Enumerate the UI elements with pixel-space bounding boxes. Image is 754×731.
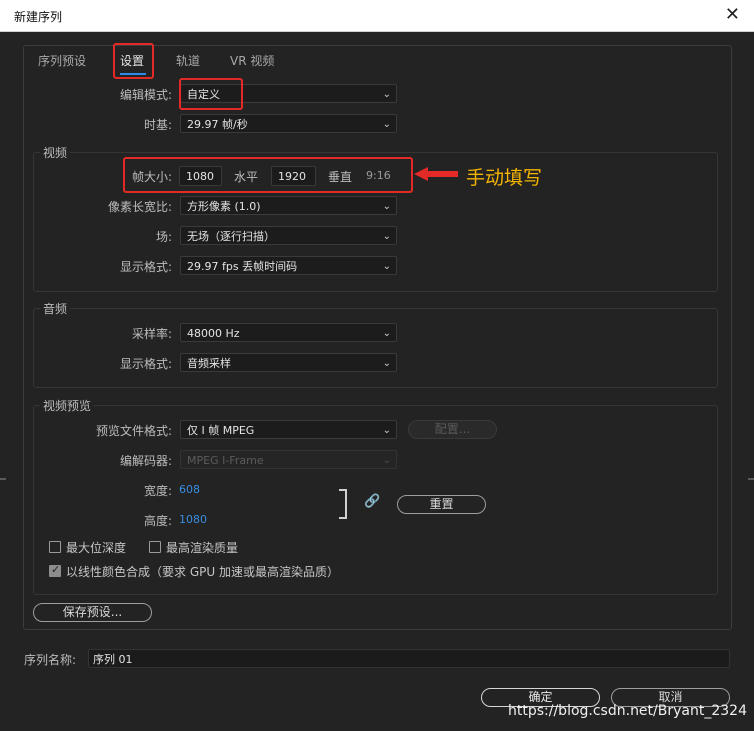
video-preview-group-title: 视频预览 xyxy=(40,397,95,414)
sequence-name-input[interactable]: 序列 01 xyxy=(88,649,730,668)
video-display-format-label: 显示格式: xyxy=(119,260,172,274)
tab-vr-video[interactable]: VR 视频 xyxy=(230,52,274,69)
fields-select[interactable]: 无场（逐行扫描） ⌄ xyxy=(180,226,397,245)
pixel-aspect-select[interactable]: 方形像素 (1.0) ⌄ xyxy=(180,196,397,215)
reset-button[interactable]: 重置 xyxy=(397,495,486,514)
video-display-format-value: 29.97 fps 丢帧时间码 xyxy=(187,260,298,273)
codec-label: 编解码器: xyxy=(119,454,172,468)
annotation-text: 手动填写 xyxy=(466,167,543,189)
sample-rate-select[interactable]: 48000 Hz ⌄ xyxy=(180,323,397,342)
chevron-down-icon: ⌄ xyxy=(382,201,391,212)
watermark-text: https://blog.csdn.net/Bryant_2324 xyxy=(508,703,747,719)
annotation-arrow-icon xyxy=(414,167,458,181)
codec-select[interactable]: MPEG I-Frame ⌄ xyxy=(180,450,397,469)
chevron-down-icon: ⌄ xyxy=(382,231,391,242)
window-title: 新建序列 xyxy=(14,10,63,24)
right-edge-mark xyxy=(748,478,754,480)
sample-rate-label: 采样率: xyxy=(131,327,172,341)
timebase-value: 29.97 帧/秒 xyxy=(187,118,248,131)
video-group-title: 视频 xyxy=(40,144,71,161)
video-display-format-select[interactable]: 29.97 fps 丢帧时间码 ⌄ xyxy=(180,256,397,275)
pixel-aspect-value: 方形像素 (1.0) xyxy=(187,200,261,213)
left-edge-mark xyxy=(0,478,6,480)
max-bit-depth-label: 最大位深度 xyxy=(66,541,127,555)
sample-rate-value: 48000 Hz xyxy=(187,327,240,340)
linear-color-label: 以线性颜色合成（要求 GPU 加速或最高渲染品质） xyxy=(66,565,339,579)
link-bracket xyxy=(339,489,347,519)
fields-value: 无场（逐行扫描） xyxy=(187,230,275,243)
chevron-down-icon: ⌄ xyxy=(382,328,391,339)
link-chain-icon[interactable]: 🔗 xyxy=(364,494,380,509)
preview-width-value[interactable]: 608 xyxy=(179,483,200,496)
max-render-quality-checkbox[interactable] xyxy=(149,541,161,553)
linear-color-checkbox[interactable] xyxy=(49,563,61,577)
timebase-select[interactable]: 29.97 帧/秒 ⌄ xyxy=(180,114,397,133)
tab-tracks[interactable]: 轨道 xyxy=(176,52,200,69)
title-bar: 新建序列 ✕ xyxy=(0,0,754,32)
preview-height-value[interactable]: 1080 xyxy=(179,513,207,526)
max-bit-depth-checkbox[interactable] xyxy=(49,541,61,553)
max-render-quality-label: 最高渲染质量 xyxy=(166,541,239,555)
chevron-down-icon: ⌄ xyxy=(382,119,391,130)
tab-sequence-presets[interactable]: 序列预设 xyxy=(38,52,86,69)
highlight-box-frame-size xyxy=(123,157,413,193)
chevron-down-icon: ⌄ xyxy=(382,89,391,100)
preview-height-label: 高度: xyxy=(143,514,172,528)
preview-file-format-value: 仅 I 帧 MPEG xyxy=(187,424,255,437)
audio-display-format-value: 音频采样 xyxy=(187,357,231,370)
audio-display-format-select[interactable]: 音频采样 ⌄ xyxy=(180,353,397,372)
timebase-label: 时基: xyxy=(143,118,172,132)
highlight-box-edit-mode xyxy=(179,78,243,110)
chevron-down-icon: ⌄ xyxy=(382,425,391,436)
sequence-name-label: 序列名称: xyxy=(24,653,77,667)
pixel-aspect-label: 像素长宽比: xyxy=(107,200,172,214)
fields-label: 场: xyxy=(155,230,172,244)
preview-file-format-label: 预览文件格式: xyxy=(95,424,172,438)
close-icon[interactable]: ✕ xyxy=(725,4,740,25)
preview-file-format-select[interactable]: 仅 I 帧 MPEG ⌄ xyxy=(180,420,397,439)
audio-group xyxy=(33,308,718,388)
audio-display-format-label: 显示格式: xyxy=(119,357,172,371)
chevron-down-icon: ⌄ xyxy=(382,455,391,466)
configure-button[interactable]: 配置... xyxy=(408,420,497,439)
preview-width-label: 宽度: xyxy=(143,484,172,498)
chevron-down-icon: ⌄ xyxy=(382,261,391,272)
highlight-box-settings-tab xyxy=(113,43,154,79)
save-preset-button[interactable]: 保存预设... xyxy=(33,603,152,622)
audio-group-title: 音频 xyxy=(40,300,71,317)
edit-mode-label: 编辑模式: xyxy=(119,88,172,102)
codec-value: MPEG I-Frame xyxy=(187,454,264,467)
chevron-down-icon: ⌄ xyxy=(382,358,391,369)
